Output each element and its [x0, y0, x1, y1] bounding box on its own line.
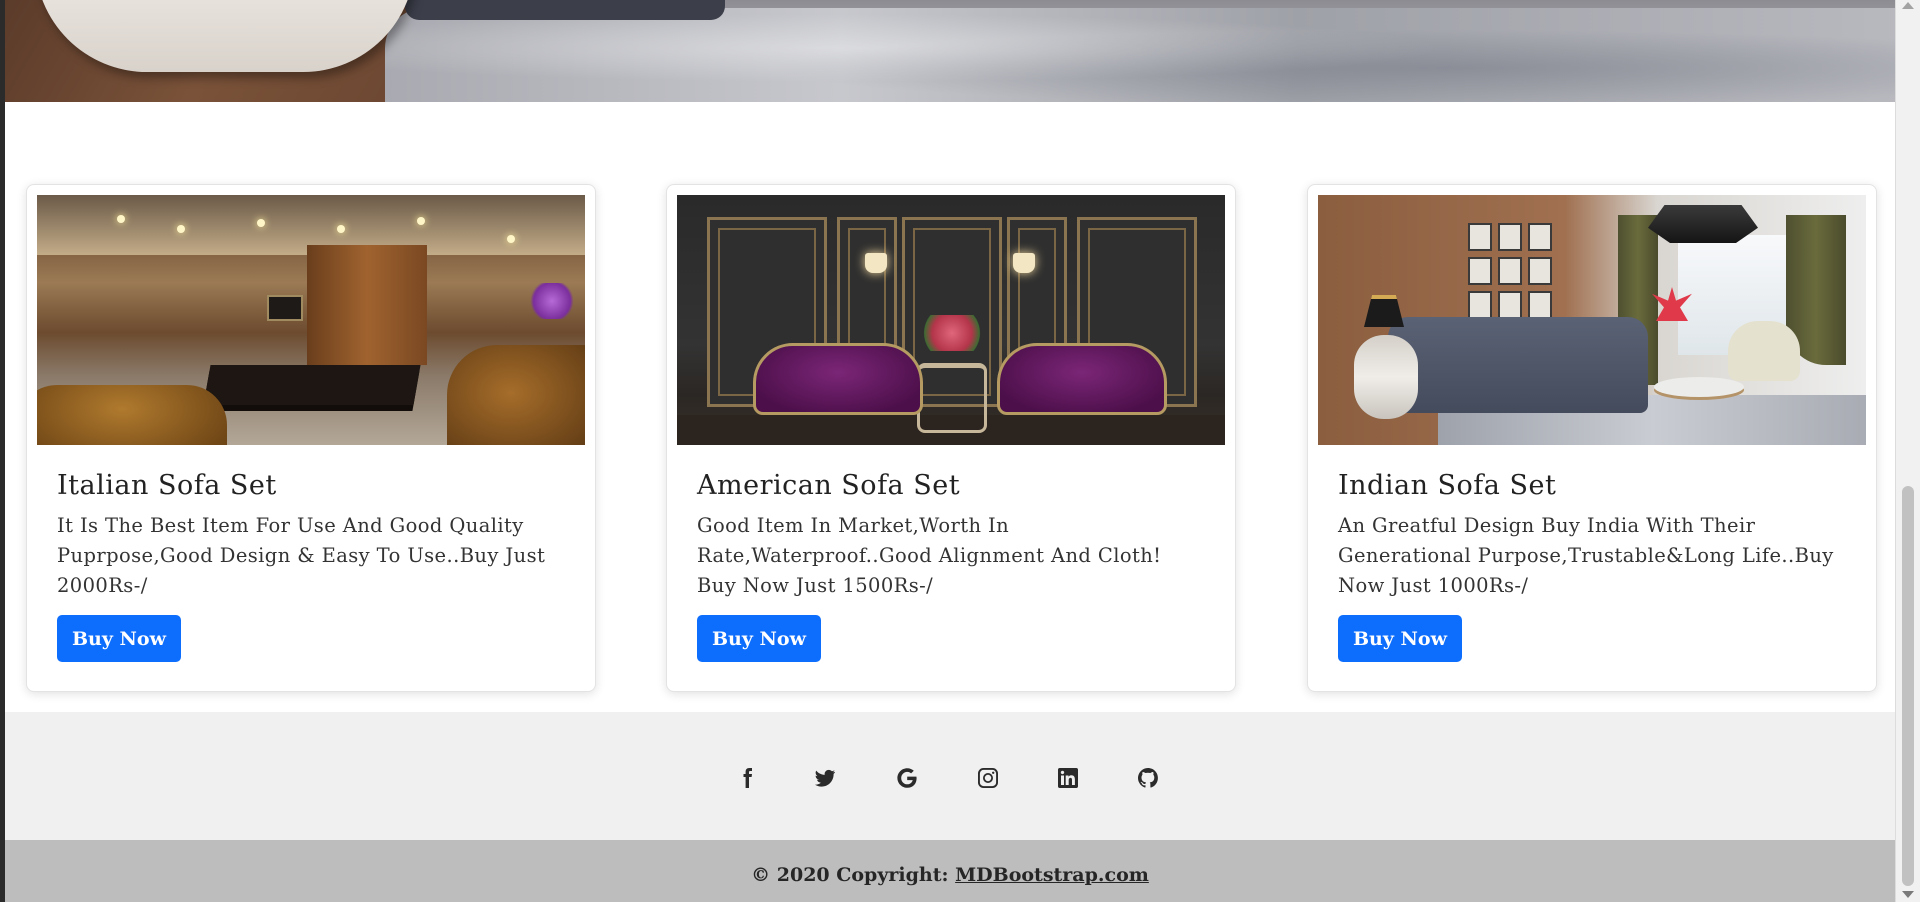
- buy-now-button[interactable]: Buy Now: [697, 615, 821, 662]
- social-links: [5, 762, 1895, 794]
- product-image-indian: [1318, 195, 1866, 445]
- copyright-text: © 2020 Copyright: MDBootstrap.com: [5, 864, 1895, 886]
- instagram-icon[interactable]: [972, 762, 1004, 794]
- hero-image: [5, 0, 1895, 102]
- product-image-italian: [37, 195, 585, 445]
- page: Italian Sofa Set It Is The Best Item For…: [0, 0, 1920, 902]
- scroll-up-arrow-icon[interactable]: [1902, 2, 1914, 9]
- product-image-american: [677, 195, 1225, 445]
- card-title: American Sofa Set: [697, 470, 961, 501]
- product-card-italian: Italian Sofa Set It Is The Best Item For…: [26, 184, 596, 692]
- card-description: Good Item In Market,Worth In Rate,Waterp…: [697, 514, 1162, 597]
- buy-now-button[interactable]: Buy Now: [57, 615, 181, 662]
- product-card-american: American Sofa Set Good Item In Market,Wo…: [666, 184, 1236, 692]
- card-description: It Is The Best Item For Use And Good Qua…: [57, 514, 546, 597]
- github-icon[interactable]: [1132, 762, 1164, 794]
- product-card-indian: Indian Sofa Set An Greatful Design Buy I…: [1307, 184, 1877, 692]
- footer-social-section: [5, 712, 1895, 840]
- copyright-prefix: © 2020 Copyright:: [751, 864, 949, 886]
- scroll-thumb[interactable]: [1902, 486, 1914, 886]
- google-icon[interactable]: [891, 762, 923, 794]
- card-description: An Greatful Design Buy India With Their …: [1338, 514, 1834, 597]
- footer-copyright: © 2020 Copyright: MDBootstrap.com: [5, 840, 1895, 902]
- copyright-link[interactable]: MDBootstrap.com: [955, 864, 1149, 886]
- vertical-scrollbar[interactable]: [1895, 0, 1920, 902]
- card-title: Indian Sofa Set: [1338, 470, 1557, 501]
- linkedin-icon[interactable]: [1052, 762, 1084, 794]
- scroll-down-arrow-icon[interactable]: [1902, 891, 1914, 898]
- twitter-icon[interactable]: [809, 762, 841, 794]
- facebook-icon[interactable]: [731, 762, 763, 794]
- buy-now-button[interactable]: Buy Now: [1338, 615, 1462, 662]
- card-title: Italian Sofa Set: [57, 470, 277, 501]
